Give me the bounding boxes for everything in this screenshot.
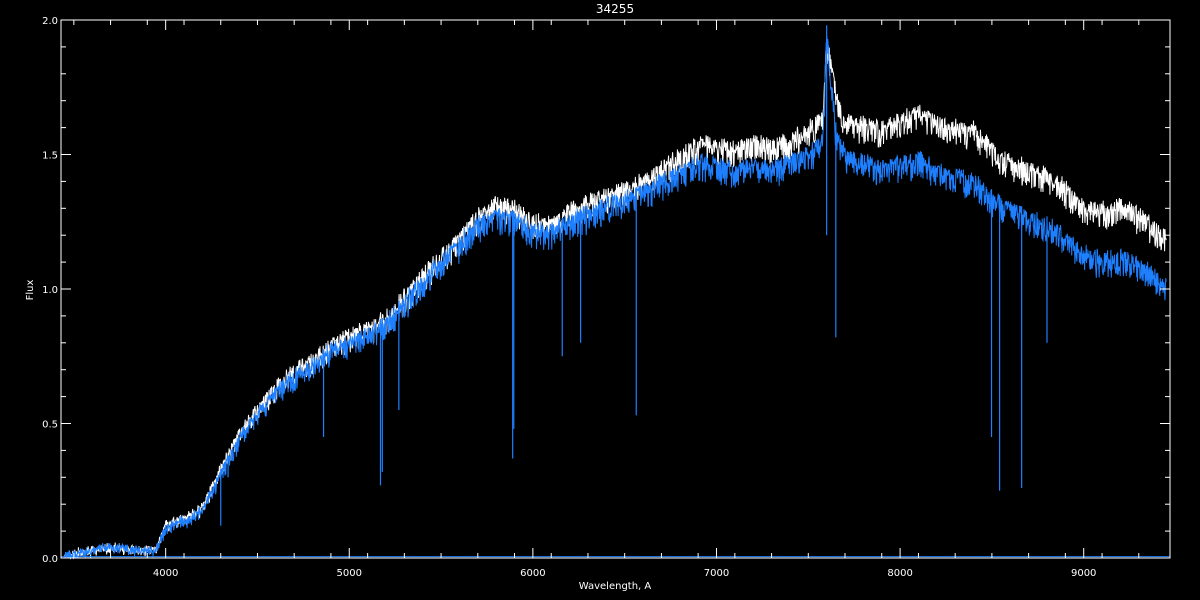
x-tick-label: 7000 (704, 568, 729, 579)
y-tick-label: 1.0 (42, 285, 58, 296)
x-tick-label: 9000 (1071, 568, 1096, 579)
spectrum-chart: 34255 4000 5000 6000 7000 8000 9000 0.0 0.5 1.0 1… (0, 0, 1200, 600)
y-tick-label: 1.5 (42, 151, 58, 162)
y-tick-label: 0.5 (42, 420, 58, 431)
y-tick-label: 2.0 (42, 16, 58, 27)
x-tick-label: 6000 (520, 568, 545, 579)
x-tick-label: 5000 (337, 568, 362, 579)
x-tick-label: 8000 (887, 568, 912, 579)
y-tick-label: 0.0 (42, 554, 58, 565)
chart-title: 34255 (596, 2, 634, 16)
chart-background (0, 0, 1200, 600)
x-axis-label: Wavelength, A (579, 581, 652, 592)
y-axis-label: Flux (25, 280, 36, 301)
x-tick-label: 4000 (153, 568, 178, 579)
